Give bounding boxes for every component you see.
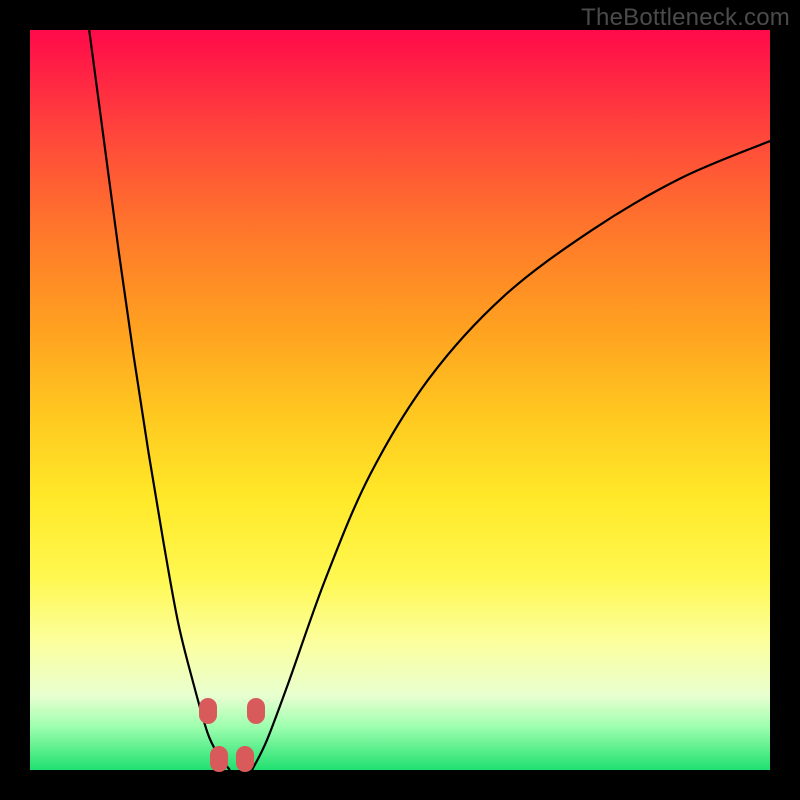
curve-layer [30,30,770,770]
watermark-text: TheBottleneck.com [581,4,790,32]
curve-left [89,30,230,770]
curve-right [252,141,770,770]
plot-area [30,30,770,770]
